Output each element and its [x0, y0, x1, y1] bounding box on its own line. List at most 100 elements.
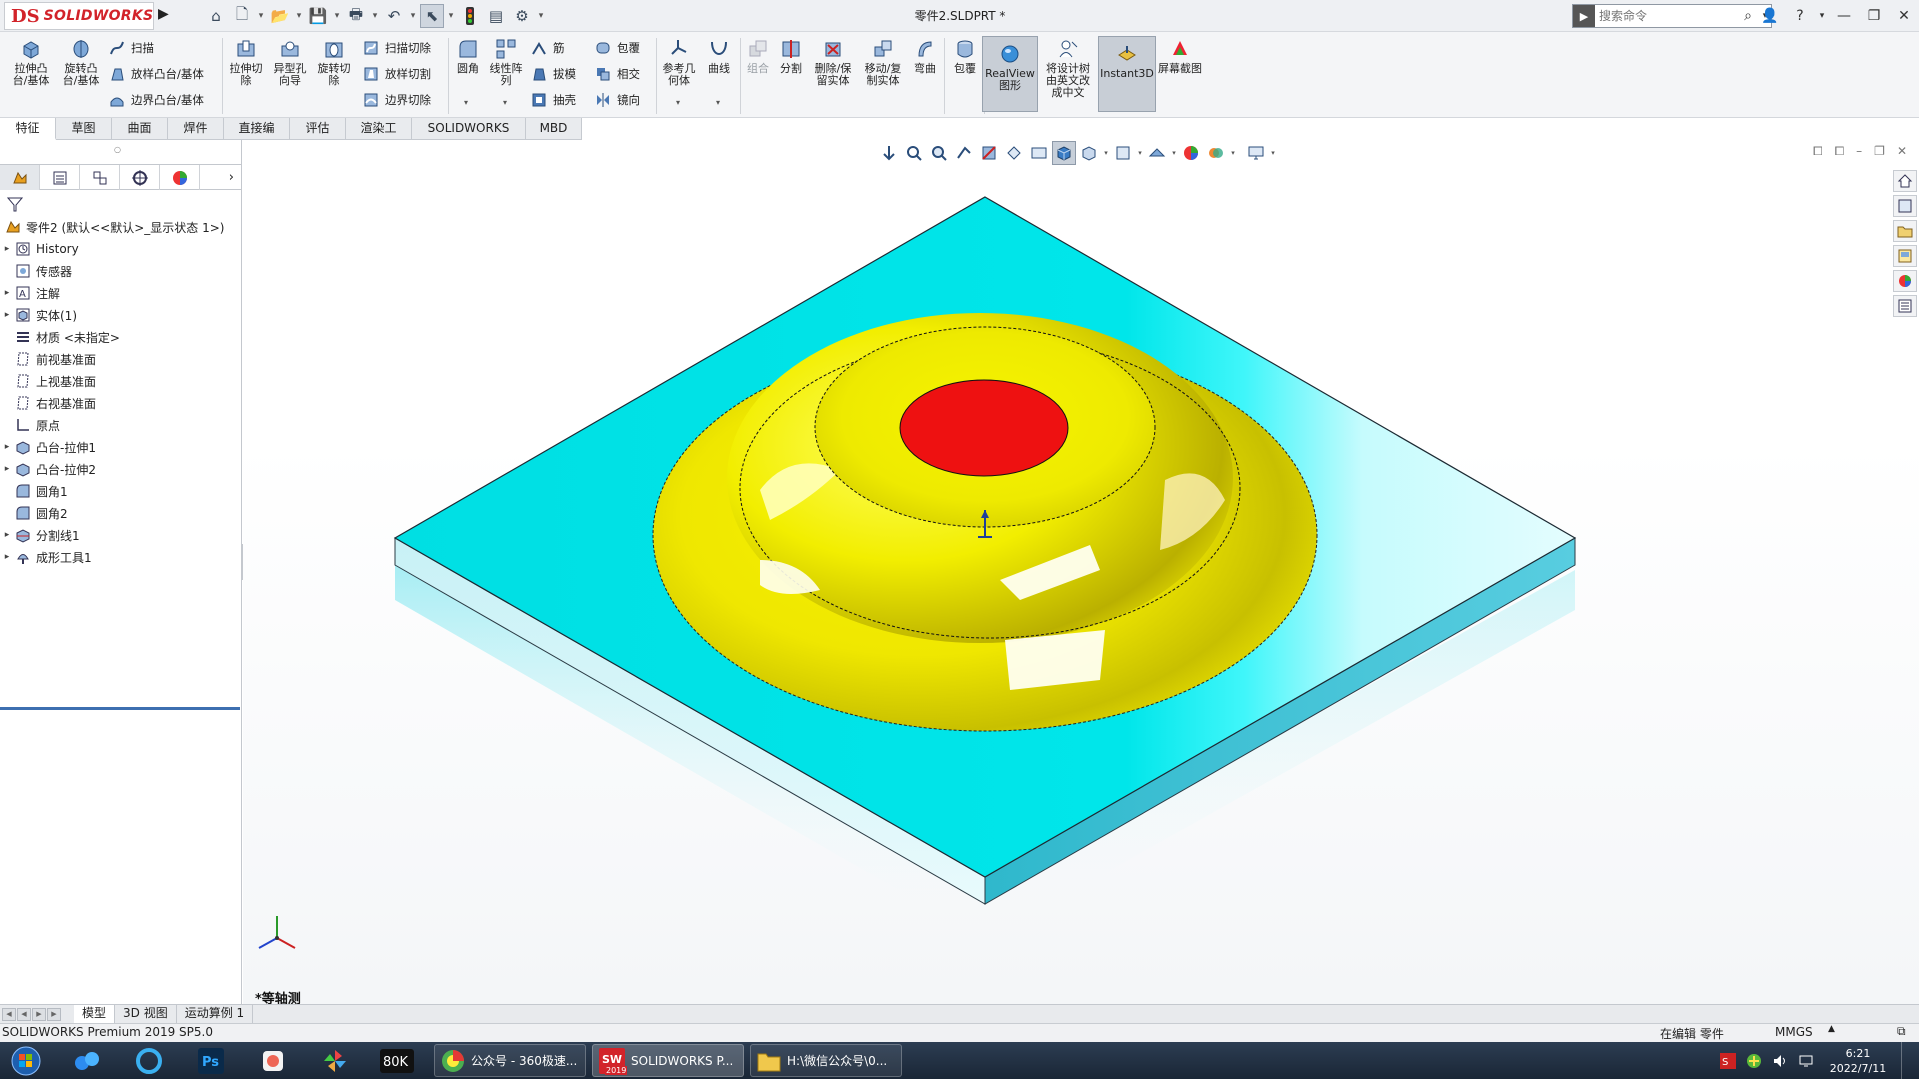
- filter-icon[interactable]: [6, 196, 24, 215]
- print-icon[interactable]: 🖶: [344, 4, 368, 28]
- tree-item-split-line-1[interactable]: ▸ 分割线1: [0, 524, 240, 546]
- curves-dropdown-icon[interactable]: ▾: [716, 98, 720, 107]
- baidu-netdisk-icon[interactable]: [60, 1044, 114, 1077]
- fillet-dropdown-icon[interactable]: ▾: [464, 98, 468, 107]
- menu-expand-icon[interactable]: ▶: [158, 6, 169, 22]
- restore-icon[interactable]: ❐: [1859, 0, 1889, 32]
- expand-arrow-icon[interactable]: ▸: [0, 310, 14, 320]
- input-method-icon[interactable]: S: [1719, 1052, 1737, 1070]
- tab-weldments[interactable]: 焊件: [168, 118, 224, 140]
- open-folder-icon[interactable]: 📂: [268, 4, 292, 28]
- panel-grip-icon[interactable]: ○: [114, 145, 121, 154]
- windows-start-icon[interactable]: [6, 1043, 46, 1079]
- split-button[interactable]: 分割: [776, 36, 806, 75]
- expand-arrow-icon[interactable]: ▸: [0, 442, 14, 452]
- expand-arrow-icon[interactable]: ▸: [0, 244, 14, 254]
- tab-3d-views[interactable]: 3D 视图: [115, 1005, 177, 1023]
- panel-more-icon[interactable]: ›: [200, 165, 242, 189]
- new-dropdown-icon[interactable]: ▾: [256, 11, 266, 21]
- tab-sketch[interactable]: 草图: [56, 118, 112, 140]
- combine-button[interactable]: 组合: [744, 36, 772, 75]
- tab-render-tools[interactable]: 渲染工具: [346, 118, 412, 156]
- instant3d-button[interactable]: Instant3D: [1098, 36, 1156, 112]
- help-dropdown-icon[interactable]: ▾: [1815, 0, 1829, 32]
- taskbar-app-360-browser[interactable]: 公众号 - 360极速...: [434, 1044, 586, 1077]
- tab-solidworks-addins[interactable]: SOLIDWORKS 插件: [412, 118, 526, 156]
- reference-geometry-button[interactable]: 参考几何体: [660, 36, 698, 87]
- tree-item-solid-bodies[interactable]: ▸ 实体(1): [0, 304, 240, 326]
- revolve-boss-button[interactable]: 旋转凸台/基体: [58, 36, 104, 87]
- loft-boss-button[interactable]: 放样凸台/基体: [108, 62, 204, 86]
- last-tab-icon[interactable]: ▶: [47, 1007, 61, 1021]
- tree-item-front-plane[interactable]: 前视基准面: [0, 348, 240, 370]
- delete-keep-body-button[interactable]: 删除/保留实体: [810, 36, 856, 87]
- boundary-boss-button[interactable]: 边界凸台/基体: [108, 88, 204, 112]
- browser-icon[interactable]: [122, 1044, 176, 1077]
- search-commands-input[interactable]: [1595, 9, 1737, 23]
- tree-item-top-plane[interactable]: 上视基准面: [0, 370, 240, 392]
- unit-system-selector[interactable]: MMGS: [1775, 1025, 1813, 1039]
- save-icon[interactable]: 💾: [306, 4, 330, 28]
- tab-model[interactable]: 模型: [74, 1005, 116, 1023]
- linear-pattern-button[interactable]: 线性阵列: [488, 36, 524, 87]
- mirror-button[interactable]: 镜向: [594, 88, 640, 112]
- rebuild-traffic-light-icon[interactable]: [458, 4, 482, 28]
- solidworks-logo[interactable]: DS SOLIDWORKS: [4, 2, 154, 30]
- tree-item-sensors[interactable]: 传感器: [0, 260, 240, 282]
- undo-icon[interactable]: ↶: [382, 4, 406, 28]
- pattern-dropdown-icon[interactable]: ▾: [503, 98, 507, 107]
- media-player-icon[interactable]: [246, 1044, 300, 1077]
- help-question-icon[interactable]: ?: [1785, 0, 1815, 32]
- expand-arrow-icon[interactable]: ▸: [0, 530, 14, 540]
- prev-tab-icon[interactable]: ◀: [17, 1007, 31, 1021]
- options-gear-icon[interactable]: ⚙: [510, 4, 534, 28]
- tree-item-boss-extrude-1[interactable]: ▸ 凸台-拉伸1: [0, 436, 240, 458]
- hole-wizard-button[interactable]: 异型孔向导: [270, 36, 310, 87]
- tab-surfaces[interactable]: 曲面: [112, 118, 168, 140]
- select-cursor-icon[interactable]: ⬉: [420, 4, 444, 28]
- draft-button[interactable]: 拔模: [530, 62, 576, 86]
- dimxpert-tab-icon[interactable]: [120, 165, 160, 190]
- property-manager-tab-icon[interactable]: [40, 165, 80, 190]
- red-cap-face[interactable]: [899, 379, 1069, 477]
- extrude-cut-button[interactable]: 拉伸切除: [226, 36, 266, 87]
- tab-direct-editing[interactable]: 直接编辑: [224, 118, 290, 156]
- tab-features[interactable]: 特征: [0, 118, 56, 140]
- tab-motion-study-1[interactable]: 运动算例 1: [177, 1005, 254, 1023]
- tree-item-right-plane[interactable]: 右视基准面: [0, 392, 240, 414]
- file-properties-icon[interactable]: ▤: [484, 4, 508, 28]
- fillet-button[interactable]: 圆角: [452, 36, 484, 75]
- extrude-boss-button[interactable]: 拉伸凸台/基体: [8, 36, 54, 87]
- unit-system-dropdown-icon[interactable]: ▲: [1828, 1024, 1835, 1034]
- security-shield-icon[interactable]: [1745, 1052, 1763, 1070]
- tab-evaluate[interactable]: 评估: [290, 118, 346, 140]
- ref-geometry-dropdown-icon[interactable]: ▾: [676, 98, 680, 107]
- tree-item-annotations[interactable]: ▸ A 注解: [0, 282, 240, 304]
- tree-item-fillet-1[interactable]: 圆角1: [0, 480, 240, 502]
- close-icon[interactable]: ✕: [1889, 0, 1919, 32]
- feature-manager-tab-icon[interactable]: [0, 165, 40, 190]
- part-3d-model[interactable]: [243, 140, 1919, 940]
- realview-graphics-button[interactable]: RealView图形: [982, 36, 1038, 112]
- shell-button[interactable]: 抽壳: [530, 88, 576, 112]
- sweep-button[interactable]: 扫描: [108, 36, 154, 60]
- search-commands-box[interactable]: ▶ ⌕ ▾: [1572, 4, 1772, 28]
- status-bar-settings-icon[interactable]: ⧉: [1897, 1024, 1906, 1039]
- new-document-icon[interactable]: 🗋: [230, 4, 254, 28]
- print-dropdown-icon[interactable]: ▾: [370, 11, 380, 21]
- undo-dropdown-icon[interactable]: ▾: [408, 11, 418, 21]
- tab-mbd[interactable]: MBD: [526, 118, 582, 140]
- expand-arrow-icon[interactable]: ▸: [0, 288, 14, 298]
- ok-app-icon[interactable]: 80K: [370, 1044, 424, 1077]
- user-account-icon[interactable]: 👤: [1755, 0, 1785, 32]
- tree-item-origin[interactable]: 原点: [0, 414, 240, 436]
- translate-tree-button[interactable]: 将设计树由英文改成中文: [1042, 36, 1094, 99]
- intersect-button[interactable]: 相交: [594, 62, 640, 86]
- first-tab-icon[interactable]: ◀: [2, 1007, 16, 1021]
- flex-button[interactable]: 弯曲: [910, 36, 940, 75]
- expand-arrow-icon[interactable]: ▸: [0, 464, 14, 474]
- wrap-button[interactable]: 包覆: [594, 36, 640, 60]
- tree-item-history[interactable]: ▸ History: [0, 238, 240, 260]
- minimize-icon[interactable]: —: [1829, 0, 1859, 32]
- tree-item-forming-tool-1[interactable]: ▸ 成形工具1: [0, 546, 240, 568]
